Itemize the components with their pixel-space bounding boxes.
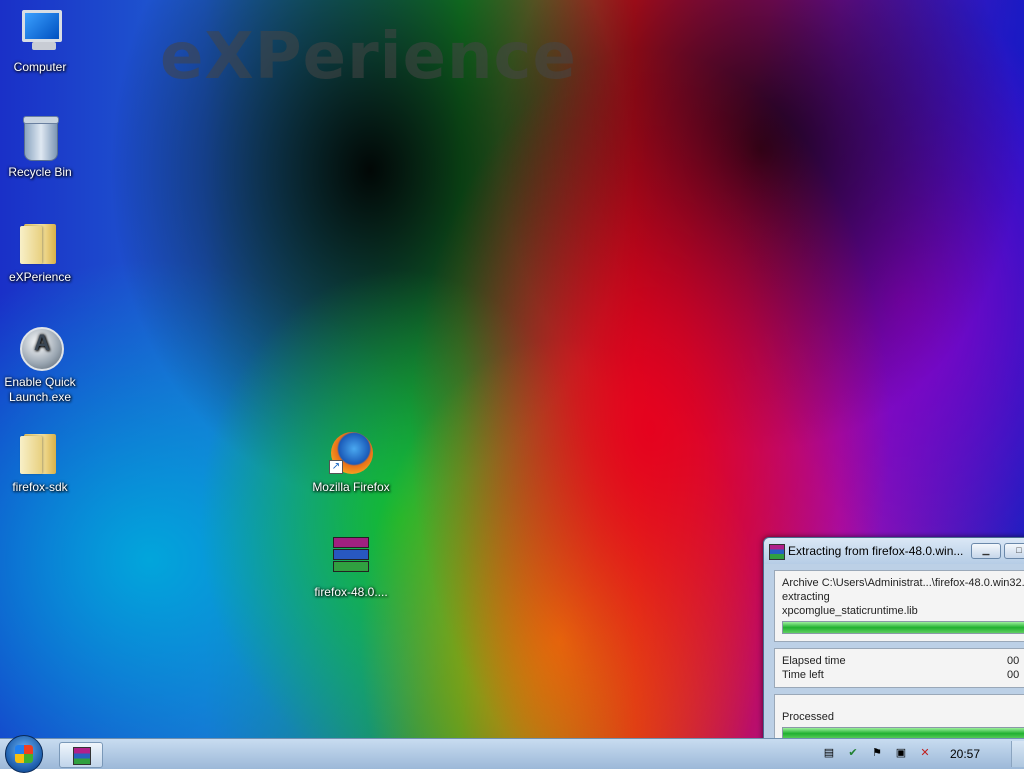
clock[interactable]: 20:57 [950, 747, 980, 761]
computer-icon [16, 8, 64, 56]
folder-icon [16, 428, 64, 476]
desktop-icon-label: firefox-48.0.... [314, 585, 388, 599]
dialog-title: Extracting from firefox-48.0.win... [788, 544, 964, 558]
minimize-icon: ▁ [982, 545, 990, 555]
firefox-icon: ↗ [327, 428, 375, 476]
folder-icon [16, 218, 64, 266]
winrar-archive-icon [327, 533, 375, 581]
processed-progress-fill [783, 728, 1024, 738]
winrar-icon [769, 544, 785, 560]
desktop-icon-enable-quick-launch[interactable]: A Enable Quick Launch.exe [0, 323, 80, 405]
desktop-icon-label: firefox-sdk [12, 480, 68, 494]
elapsed-time-label: Elapsed time [782, 655, 846, 667]
recycle-bin-icon [16, 113, 64, 161]
start-button[interactable] [5, 735, 43, 773]
desktop-icon-firefox-sdk[interactable]: firefox-sdk [0, 428, 80, 495]
processed-label: Processed [782, 711, 834, 723]
desktop: eXPerience Computer Recycle Bin eXPerien… [0, 0, 1024, 738]
windows-logo-icon [15, 745, 33, 763]
taskbar-winrar-button[interactable] [59, 742, 103, 768]
security-shield-icon[interactable]: ✔ [846, 746, 860, 760]
flag-icon[interactable]: ⚑ [870, 746, 884, 760]
winrar-icon [73, 747, 91, 765]
minimize-button[interactable]: ▁ [971, 543, 1001, 559]
desktop-icon-experience-folder[interactable]: eXPerience [0, 218, 80, 285]
network-icon[interactable]: ▣ [894, 746, 908, 760]
desktop-icon-recycle-bin[interactable]: Recycle Bin [0, 113, 80, 180]
processed-progress-bar [782, 727, 1024, 738]
elapsed-time-value: 00 [1007, 655, 1020, 667]
desktop-icon-firefox-archive[interactable]: firefox-48.0.... [311, 533, 391, 600]
desktop-icon-label: Enable Quick Launch.exe [4, 375, 76, 404]
desktop-icon-label: Computer [13, 60, 67, 74]
time-left-value: 00 [1007, 669, 1020, 681]
desktop-icon-label: eXPerience [8, 270, 72, 284]
shortcut-arrow-icon: ↗ [329, 460, 343, 474]
file-progress-fill [783, 622, 1024, 633]
time-panel: Elapsed time 00 Time left 00 [774, 648, 1024, 688]
maximize-icon: □ [1016, 545, 1022, 555]
app-launcher-icon: A [16, 323, 64, 371]
archive-path-text: Archive C:\Users\Administrat...\firefox-… [782, 577, 1024, 589]
show-desktop-button[interactable] [1011, 741, 1024, 767]
taskbar: ▤ ✔ ⚑ ▣ ✕ 20:57 [0, 735, 1024, 773]
desktop-icon-label: Mozilla Firefox [312, 480, 390, 494]
desktop-icon-computer[interactable]: Computer [0, 8, 80, 75]
action-center-icon[interactable]: ▤ [822, 746, 836, 760]
maximize-button[interactable]: □ [1004, 543, 1024, 559]
time-left-label: Time left [782, 669, 824, 681]
winrar-extract-dialog[interactable]: Extracting from firefox-48.0.win... ▁ □ … [763, 537, 1024, 738]
status-text: extracting [782, 591, 830, 603]
desktop-icon-mozilla-firefox[interactable]: ↗ Mozilla Firefox [311, 428, 391, 495]
volume-muted-icon[interactable]: ✕ [918, 746, 932, 760]
processed-panel: Processed [774, 694, 1024, 738]
current-file-text: xpcomglue_staticruntime.lib [782, 605, 918, 617]
wallpaper-watermark: eXPerience [160, 20, 577, 94]
desktop-icon-label: Recycle Bin [8, 165, 72, 179]
file-progress-bar [782, 621, 1024, 634]
dialog-titlebar[interactable]: Extracting from firefox-48.0.win... ▁ □ [764, 538, 1024, 564]
extraction-info-panel: Archive C:\Users\Administrat...\firefox-… [774, 570, 1024, 642]
